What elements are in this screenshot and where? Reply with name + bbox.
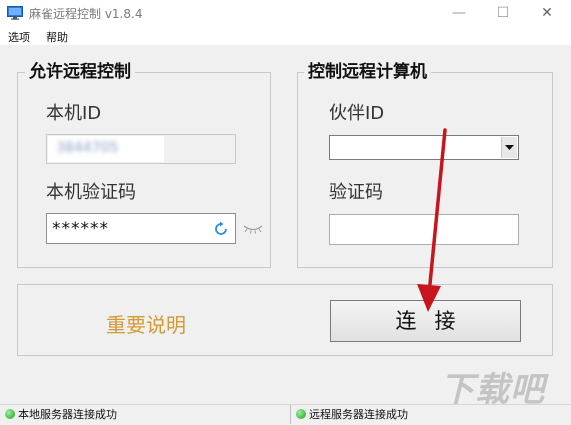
control-remote-title: 控制远程计算机 xyxy=(304,62,431,82)
window-title: 麻雀远程控制 v1.8.4 xyxy=(29,7,143,21)
local-id-label: 本机ID xyxy=(46,103,102,124)
eye-closed-icon[interactable] xyxy=(242,224,264,234)
remote-server-status-text: 远程服务器连接成功 xyxy=(309,408,408,421)
local-server-status-text: 本地服务器连接成功 xyxy=(18,408,117,421)
important-notice-link[interactable]: 重要说明 xyxy=(106,309,186,338)
status-bar: 本地服务器连接成功 远程服务器连接成功 xyxy=(0,404,571,425)
status-ok-icon xyxy=(5,409,15,419)
monitor-icon xyxy=(7,6,23,20)
close-button[interactable]: ✕ xyxy=(525,0,569,27)
id-blur-box: 3844705 xyxy=(48,136,164,162)
maximize-button[interactable]: ☐ xyxy=(481,0,525,27)
title-bar: 麻雀远程控制 v1.8.4 — ☐ ✕ xyxy=(0,0,571,27)
partner-id-label: 伙伴ID xyxy=(329,103,385,124)
local-code-field[interactable]: ****** xyxy=(46,213,236,244)
local-server-status: 本地服务器连接成功 xyxy=(5,407,117,423)
menu-help[interactable]: 帮助 xyxy=(46,29,68,45)
local-code-label: 本机验证码 xyxy=(46,182,136,203)
local-id-value: 3844705 xyxy=(56,140,119,156)
dropdown-button[interactable] xyxy=(501,137,517,158)
local-id-field[interactable]: 3844705 xyxy=(46,134,236,164)
refresh-icon[interactable] xyxy=(213,221,229,237)
minimize-button[interactable]: — xyxy=(437,0,481,27)
chevron-down-icon xyxy=(505,145,514,150)
menu-bar: 选项 帮助 xyxy=(0,27,571,45)
local-code-value: ****** xyxy=(52,219,109,239)
status-ok-icon xyxy=(296,409,306,419)
verify-code-label: 验证码 xyxy=(329,182,383,203)
remote-server-status: 远程服务器连接成功 xyxy=(296,407,408,423)
menu-options[interactable]: 选项 xyxy=(8,29,30,45)
red-arrow-annotation xyxy=(417,128,447,312)
status-divider xyxy=(290,405,291,424)
allow-remote-title: 允许远程控制 xyxy=(25,62,135,82)
